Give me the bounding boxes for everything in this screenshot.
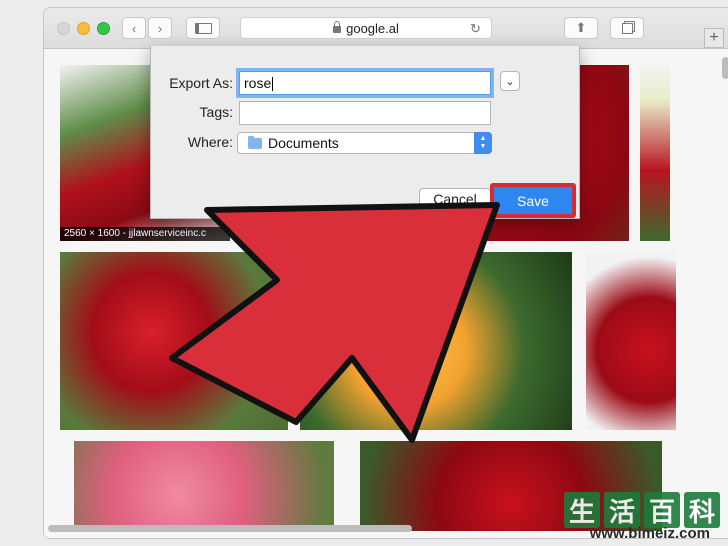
watermark-char: 百	[644, 492, 680, 528]
watermark-char: 活	[604, 492, 640, 528]
watermark-char: 科	[684, 492, 720, 528]
watermark-url: www.bimeiz.com	[589, 525, 710, 542]
watermark-char: 生	[564, 492, 600, 528]
watermark: 生 活 百 科	[564, 492, 720, 528]
pointer-arrow-icon	[169, 202, 500, 443]
